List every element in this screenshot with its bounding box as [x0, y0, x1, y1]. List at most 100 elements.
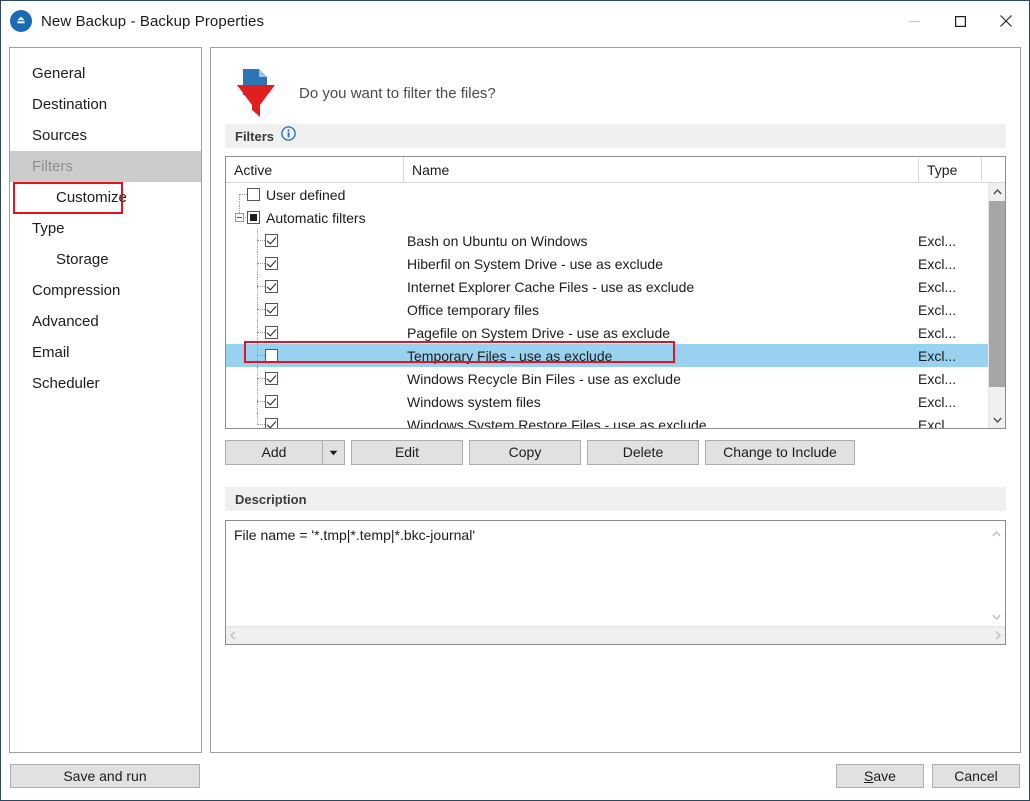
table-row-selected[interactable]: Temporary Files - use as exclude Excl... — [226, 344, 1005, 367]
add-button[interactable]: Add — [225, 440, 345, 465]
scroll-right-icon[interactable] — [995, 627, 1001, 645]
sidebar-item-compression[interactable]: Compression — [10, 275, 201, 306]
tree-connector — [239, 194, 247, 195]
sidebar-item-advanced[interactable]: Advanced — [10, 306, 201, 337]
save-button[interactable]: Save — [836, 764, 924, 788]
table-row[interactable]: Pagefile on System Drive - use as exclud… — [226, 321, 1005, 344]
scroll-down-icon[interactable] — [989, 411, 1005, 428]
row-type-cell: Excl... — [918, 255, 957, 272]
description-vertical-scrollbar[interactable] — [988, 521, 1005, 628]
tree-connector — [239, 194, 240, 206]
row-checkbox[interactable] — [265, 326, 278, 339]
row-checkbox[interactable] — [265, 349, 278, 362]
edit-button[interactable]: Edit — [351, 440, 463, 465]
sidebar-item-filters[interactable]: Filters — [10, 151, 201, 182]
table-row[interactable]: Hiberfil on System Drive - use as exclud… — [226, 252, 1005, 275]
minimize-icon[interactable] — [891, 1, 937, 41]
sidebar-item-customize[interactable]: Customize — [10, 182, 201, 213]
row-checkbox[interactable] — [247, 188, 260, 201]
close-icon[interactable] — [983, 1, 1029, 41]
list-vertical-scrollbar[interactable] — [988, 183, 1005, 428]
filters-list[interactable]: Active Name Type User defined Automatic … — [225, 156, 1006, 429]
table-row[interactable]: Windows Recycle Bin Files - use as exclu… — [226, 367, 1005, 390]
add-button-label: Add — [261, 444, 287, 460]
row-checkbox[interactable] — [265, 418, 278, 428]
row-name-cell: Windows Recycle Bin Files - use as exclu… — [407, 370, 681, 387]
filters-group-header: Filters — [225, 124, 1006, 148]
filter-action-buttons: Add Edit Copy Delete Change to Include — [225, 440, 1006, 465]
row-name-cell: Hiberfil on System Drive - use as exclud… — [407, 255, 663, 272]
row-active-cell — [226, 390, 403, 413]
scrollbar-thumb[interactable] — [989, 201, 1005, 387]
list-rows: User defined Automatic filters Bash on U… — [226, 183, 1005, 428]
row-checkbox[interactable] — [265, 257, 278, 270]
save-and-run-button[interactable]: Save and run — [10, 764, 200, 788]
chevron-down-icon[interactable] — [322, 441, 344, 464]
sidebar-item-type[interactable]: Type — [10, 213, 201, 244]
row-type-cell: Excl... — [918, 393, 957, 410]
scroll-up-icon[interactable] — [989, 183, 1005, 200]
window-title: New Backup - Backup Properties — [41, 12, 265, 30]
row-checkbox[interactable] — [265, 303, 278, 316]
maximize-icon[interactable] — [937, 1, 983, 41]
row-active-cell — [226, 229, 403, 252]
scroll-left-icon[interactable] — [230, 627, 236, 645]
column-header-type[interactable]: Type — [918, 157, 981, 182]
description-textarea[interactable]: File name = '*.tmp|*.temp|*.bkc-journal' — [225, 520, 1006, 645]
row-name-cell: Windows system files — [407, 393, 541, 410]
save-button-accel: S — [864, 768, 874, 784]
sidebar-item-sources[interactable]: Sources — [10, 120, 201, 151]
table-row[interactable]: Automatic filters — [226, 206, 1005, 229]
tree-node-label: Automatic filters — [266, 209, 366, 226]
copy-button[interactable]: Copy — [469, 440, 581, 465]
sidebar-item-storage[interactable]: Storage — [10, 244, 201, 275]
tree-connector — [257, 240, 265, 241]
table-row[interactable]: Bash on Ubuntu on Windows Excl... — [226, 229, 1005, 252]
table-row[interactable]: Internet Explorer Cache Files - use as e… — [226, 275, 1005, 298]
row-checkbox[interactable] — [265, 372, 278, 385]
tree-connector — [239, 206, 240, 213]
dialog-body: General Destination Sources Filters Cust… — [1, 41, 1029, 753]
row-type-cell: Excl... — [918, 232, 957, 249]
scroll-down-icon[interactable] — [992, 607, 1001, 625]
scroll-up-icon[interactable] — [992, 524, 1001, 542]
description-text: File name = '*.tmp|*.temp|*.bkc-journal' — [234, 527, 475, 543]
filters-panel: Do you want to filter the files? Filters… — [210, 47, 1021, 753]
tree-connector — [257, 355, 265, 356]
tree-connector — [257, 263, 265, 264]
sidebar-item-email[interactable]: Email — [10, 337, 201, 368]
delete-button[interactable]: Delete — [587, 440, 699, 465]
sidebar-item-destination[interactable]: Destination — [10, 89, 201, 120]
change-to-include-button[interactable]: Change to Include — [705, 440, 855, 465]
table-row[interactable]: Windows System Restore Files - use as ex… — [226, 413, 1005, 428]
row-name-cell: Temporary Files - use as exclude — [407, 347, 613, 364]
column-header-active[interactable]: Active — [226, 157, 403, 182]
row-name-cell: Office temporary files — [407, 301, 540, 318]
info-circle-icon[interactable] — [281, 126, 296, 146]
description-horizontal-scrollbar[interactable] — [226, 626, 1005, 644]
panel-header: Do you want to filter the files? — [211, 48, 1020, 124]
column-header-name[interactable]: Name — [403, 157, 918, 182]
row-type-cell: Excl... — [918, 301, 957, 318]
sidebar-item-scheduler[interactable]: Scheduler — [10, 368, 201, 399]
row-checkbox[interactable] — [265, 395, 278, 408]
tree-connector — [257, 309, 265, 310]
table-row[interactable]: Windows system files Excl... — [226, 390, 1005, 413]
row-checkbox[interactable] — [265, 280, 278, 293]
table-row[interactable]: Office temporary files Excl... — [226, 298, 1005, 321]
table-row[interactable]: User defined — [226, 183, 1005, 206]
row-checkbox[interactable] — [265, 234, 278, 247]
row-checkbox[interactable] — [247, 211, 260, 224]
row-name-cell: Internet Explorer Cache Files - use as e… — [407, 278, 695, 295]
tree-connector — [257, 332, 265, 333]
row-name-cell: Bash on Ubuntu on Windows — [407, 232, 588, 249]
row-type-cell: Excl... — [918, 278, 957, 295]
row-active-cell — [226, 275, 403, 298]
cancel-button[interactable]: Cancel — [932, 764, 1020, 788]
row-active-cell — [226, 413, 403, 428]
filters-group-label: Filters — [235, 128, 275, 144]
tree-expander-collapse-icon[interactable] — [235, 213, 244, 222]
sidebar-item-general[interactable]: General — [10, 58, 201, 89]
row-active-cell — [226, 298, 403, 321]
row-type-cell: Excl... — [918, 324, 957, 341]
